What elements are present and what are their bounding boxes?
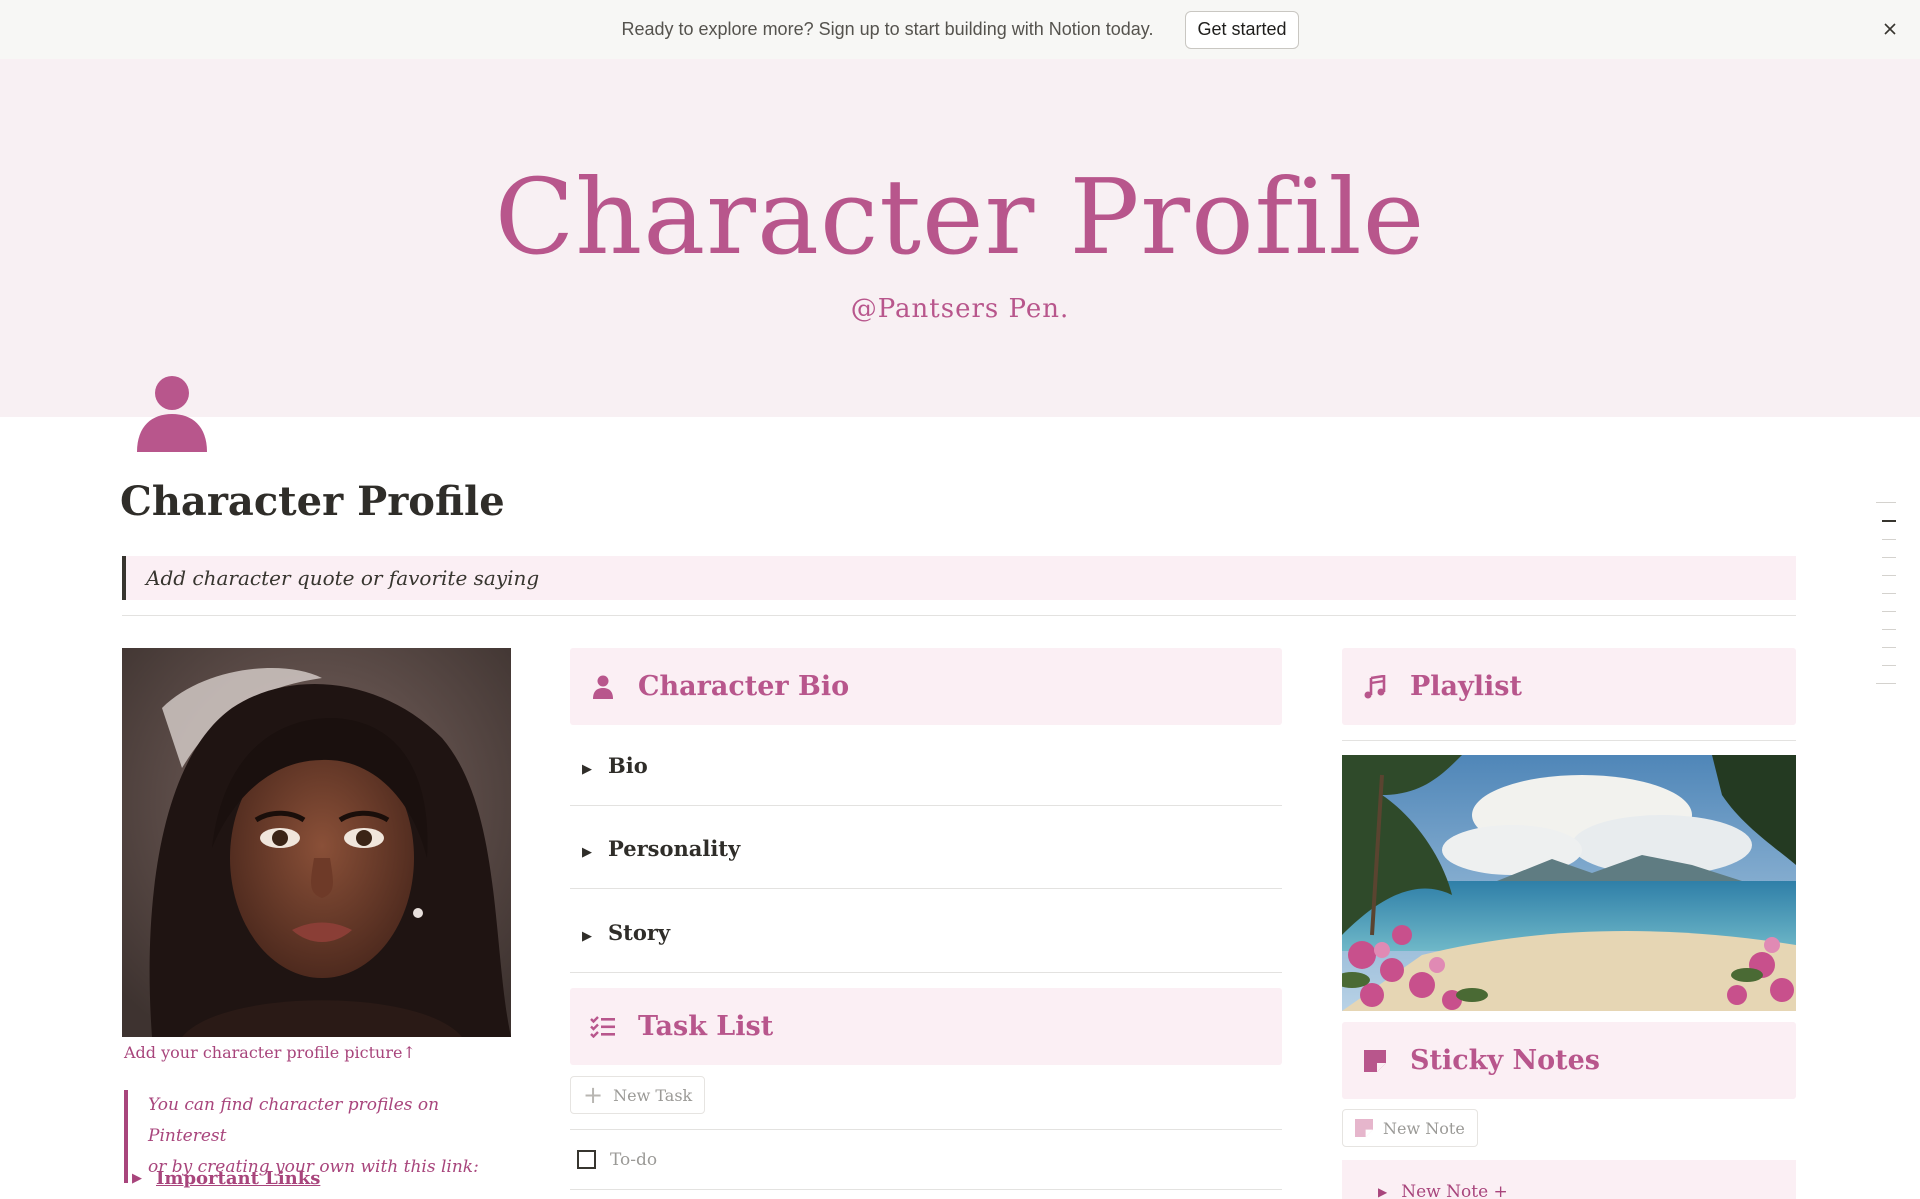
callout-line: You can find character profiles on Pinte… bbox=[148, 1095, 440, 1146]
toc-line[interactable] bbox=[1882, 539, 1896, 540]
new-task-button[interactable]: + New Task bbox=[570, 1076, 706, 1114]
toc-line[interactable] bbox=[1876, 683, 1896, 684]
todo-label[interactable]: To-do bbox=[610, 1150, 657, 1170]
sticky-notes-title: Sticky Notes bbox=[1410, 1045, 1601, 1076]
quote-text: Add character quote or favorite saying bbox=[146, 566, 540, 590]
toc-line[interactable] bbox=[1882, 665, 1896, 666]
picture-caption: Add your character profile picture↑ bbox=[124, 1043, 416, 1062]
important-links-toggle[interactable]: ▶ Important Links bbox=[132, 1168, 320, 1189]
toc-line[interactable] bbox=[1882, 593, 1896, 594]
cover-title: Character Profile bbox=[494, 156, 1426, 278]
important-links-label[interactable]: Important Links bbox=[156, 1168, 320, 1189]
divider bbox=[1342, 740, 1796, 741]
toc-line[interactable] bbox=[1882, 520, 1896, 522]
toc-line[interactable] bbox=[1876, 502, 1896, 503]
page-cover: Character Profile @Pantsers Pen. bbox=[0, 59, 1920, 417]
triangle-right-icon[interactable]: ▶ bbox=[582, 928, 592, 944]
character-bio-title: Character Bio bbox=[638, 671, 850, 702]
quote-block[interactable]: Add character quote or favorite saying bbox=[122, 556, 1796, 600]
sticky-notes-header: Sticky Notes bbox=[1342, 1022, 1796, 1099]
playlist-title: Playlist bbox=[1410, 671, 1522, 702]
playlist-header: Playlist bbox=[1342, 648, 1796, 725]
triangle-right-icon[interactable]: ▶ bbox=[1378, 1185, 1387, 1199]
divider bbox=[122, 615, 1796, 616]
todo-item: To-do bbox=[570, 1129, 1282, 1190]
profile-picture[interactable] bbox=[122, 648, 511, 1037]
music-note-icon bbox=[1362, 674, 1388, 700]
page-title: Character Profile bbox=[120, 478, 505, 525]
toc-line[interactable] bbox=[1882, 557, 1896, 558]
plus-icon: + bbox=[583, 1081, 604, 1109]
toc-line[interactable] bbox=[1882, 575, 1896, 576]
toggle-label: Story bbox=[608, 920, 671, 945]
new-note-label: New Note bbox=[1383, 1118, 1465, 1138]
cover-subtitle: @Pantsers Pen. bbox=[850, 294, 1070, 324]
table-of-contents[interactable] bbox=[1876, 502, 1896, 701]
toggle-label: Personality bbox=[608, 836, 741, 861]
signup-banner: Ready to explore more? Sign up to start … bbox=[0, 0, 1920, 59]
toggle-bio[interactable]: ▶ Bio bbox=[570, 726, 1282, 806]
new-note-toggle[interactable]: ▶ New Note + bbox=[1378, 1182, 1508, 1199]
person-icon[interactable] bbox=[134, 374, 210, 452]
person-icon bbox=[590, 674, 616, 700]
character-bio-header: Character Bio bbox=[570, 648, 1282, 725]
checklist-icon bbox=[590, 1014, 616, 1040]
toggle-story[interactable]: ▶ Story bbox=[570, 893, 1282, 973]
toggle-personality[interactable]: ▶ Personality bbox=[570, 809, 1282, 889]
todo-checkbox[interactable] bbox=[577, 1150, 596, 1169]
toggle-label: Bio bbox=[608, 753, 648, 778]
triangle-right-icon[interactable]: ▶ bbox=[132, 1171, 142, 1186]
get-started-button[interactable]: Get started bbox=[1185, 10, 1299, 49]
banner-text: Ready to explore more? Sign up to start … bbox=[621, 19, 1154, 39]
new-task-label: New Task bbox=[613, 1085, 693, 1105]
toc-line[interactable] bbox=[1882, 629, 1896, 630]
toc-line[interactable] bbox=[1882, 611, 1896, 612]
task-list-header: Task List bbox=[570, 988, 1282, 1065]
beach-image[interactable] bbox=[1342, 755, 1796, 1011]
new-note-toggle-label: New Note + bbox=[1401, 1182, 1508, 1199]
triangle-right-icon[interactable]: ▶ bbox=[582, 761, 592, 777]
close-icon[interactable] bbox=[1878, 17, 1902, 41]
task-list-title: Task List bbox=[638, 1011, 774, 1042]
new-note-button[interactable]: New Note bbox=[1342, 1109, 1478, 1147]
toc-line[interactable] bbox=[1882, 647, 1896, 648]
sticky-note-icon bbox=[1362, 1048, 1388, 1074]
sticky-note-icon bbox=[1355, 1119, 1373, 1137]
triangle-right-icon[interactable]: ▶ bbox=[582, 844, 592, 860]
